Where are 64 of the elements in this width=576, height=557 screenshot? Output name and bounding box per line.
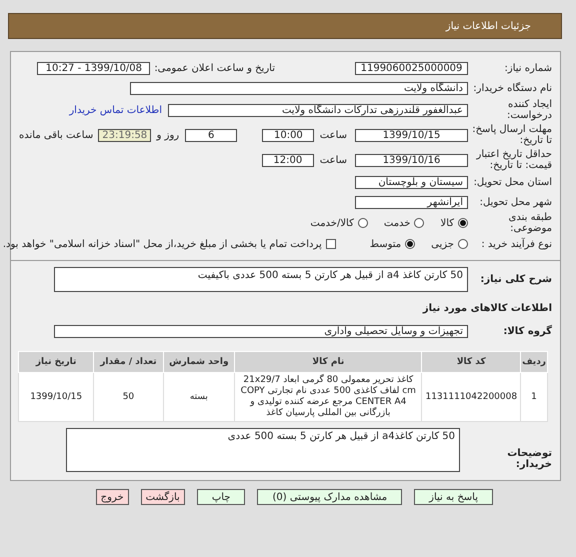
table-cell: بسته: [163, 372, 235, 422]
input-field: 1399/10/16: [355, 154, 468, 166]
input-field: عبدالغفور قلندرزهی تدارکات دانشگاه ولایت: [168, 104, 468, 116]
action-button[interactable]: بازگشت: [140, 489, 185, 505]
field-label: ایجاد کننده درخواست:: [506, 99, 552, 121]
field-label: شرح کلی نیاز:: [479, 274, 552, 285]
radio-label: متوسط: [370, 238, 402, 250]
field-label: نوع فرآیند خرید :: [480, 238, 552, 250]
input-field: ایرانشهر: [355, 196, 468, 208]
column-header: واحد شمارش: [163, 352, 235, 372]
column-header: کد کالا: [422, 352, 521, 372]
radio-button[interactable]: [458, 239, 468, 249]
table-cell: 1131111042200008: [422, 372, 521, 422]
column-header: تعداد / مقدار: [94, 352, 164, 372]
radio-label: کالا: [440, 218, 454, 228]
input-field: 10:00: [262, 128, 314, 142]
input-field: تجهیزات و وسایل تحصیلی واداری: [54, 324, 468, 338]
field-label: تاریخ و ساعت اعلان عمومی:: [154, 62, 275, 74]
radio-label: جزیی: [431, 238, 454, 250]
field-label: استان محل تحویل:: [472, 176, 552, 188]
column-header: ردیف: [520, 352, 548, 372]
radio-label: کالا/خدمت: [310, 218, 354, 228]
table-cell: 1399/10/15: [18, 372, 94, 422]
table-cell: 1: [520, 372, 548, 422]
radio-button[interactable]: [405, 239, 416, 249]
field-label: ساعت باقی مانده: [19, 130, 94, 140]
countdown-field: 23:19:58: [98, 128, 152, 142]
input-field: 1399/10/08 - 10:27: [37, 62, 150, 74]
field-label: ساعت: [320, 154, 347, 166]
input-field: 1399/10/15: [355, 128, 468, 142]
table-cell: کاغذ تحریر معمولی 80 گرمی ابعاد 21x29/7 cm لفاف کاغذی 500 عددی نام تجارتی COPY CENTER A4 مرجع عرضه کننده تولیدی و بازرگانی بین المللی پارسیان کاغذ: [234, 372, 422, 422]
input-field: سیستان و بلوچستان: [355, 176, 468, 188]
text-area: 50 کارتن کاغذ a4 از قبیل هر کارتن 5 بسته 500 عددی باکیفیت: [54, 267, 468, 292]
checkbox-label: پرداخت تمام یا بخشی از مبلغ خرید،از محل "اسناد خزانه اسلامی" خواهد بود.: [2, 238, 322, 250]
action-button[interactable]: چاپ: [196, 489, 246, 505]
field-label: گروه کالا:: [502, 326, 552, 336]
input-field: دانشگاه ولایت: [130, 82, 468, 94]
contact-link[interactable]: اطلاعات تماس خریدار: [69, 104, 162, 116]
radio-button[interactable]: [358, 218, 368, 228]
input-field: 6: [185, 128, 238, 142]
field-label: طبقه بندی موضوعی:: [508, 212, 552, 234]
input-field: 1199060025000009: [355, 62, 468, 74]
radio-label: خدمت: [384, 218, 410, 228]
radio-button[interactable]: [458, 218, 468, 228]
action-button[interactable]: خروج: [96, 489, 129, 505]
field-label: ساعت: [320, 130, 347, 140]
page-title: جزئیات اطلاعات نیاز: [446, 20, 531, 32]
input-field: 12:00: [262, 154, 314, 166]
section-heading: اطلاعات کالاهای مورد نیاز: [422, 302, 552, 314]
radio-button[interactable]: [414, 218, 424, 228]
checkbox[interactable]: [326, 239, 336, 249]
action-button[interactable]: مشاهده مدارک پیوستی (0): [257, 489, 402, 505]
field-label: حداقل تاریخ اعتبار قیمت: تا تاریخ:: [475, 149, 552, 171]
field-label: شماره نیاز:: [504, 62, 552, 74]
column-header: تاریخ نیاز: [18, 352, 94, 372]
column-header: نام کالا: [234, 352, 422, 372]
table-cell: 50: [94, 372, 164, 422]
field-label: نام دستگاه خریدار:: [472, 82, 552, 94]
text-area: 50 کارتن کاغذa4 از قبیل هر کارتن 5 بسته 500 عددی: [66, 428, 460, 472]
field-label: توضیحات خریدار:: [506, 448, 552, 470]
field-label: روز و: [156, 130, 180, 140]
field-label: شهر محل تحویل:: [478, 196, 552, 208]
action-button[interactable]: پاسخ به نیاز: [414, 489, 493, 505]
field-label: مهلت ارسال پاسخ: تا تاریخ:: [471, 124, 552, 146]
